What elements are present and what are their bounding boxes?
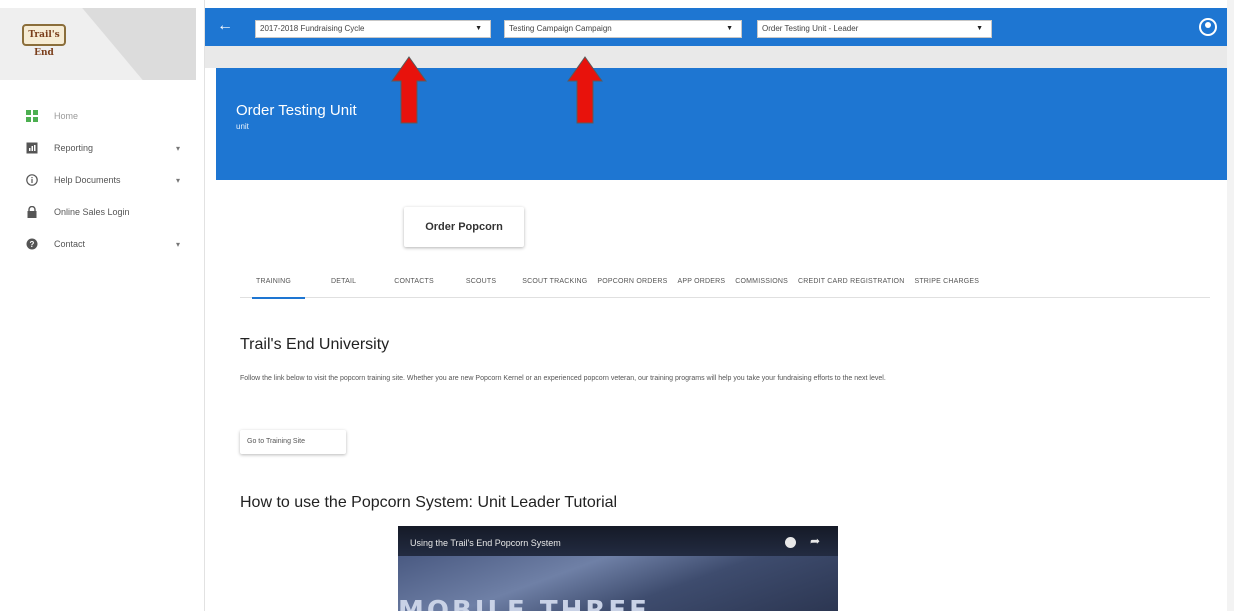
sidebar-item-label: Online Sales Login	[54, 207, 130, 217]
sidebar-nav: Home Reporting ▾ Help Documents ▾ Online…	[0, 100, 196, 260]
back-arrow-icon[interactable]: ←	[217, 17, 233, 35]
help-icon: ?	[26, 238, 38, 250]
tab-stripe-charges[interactable]: STRIPE CHARGES	[914, 270, 979, 298]
sidebar-item-label: Help Documents	[54, 175, 121, 185]
caret-down-icon: ▼	[726, 25, 733, 32]
fundraising-cycle-value: 2017-2018 Fundraising Cycle	[260, 24, 365, 33]
sidebar-header-decoration	[73, 8, 196, 80]
toolbar-spacer	[205, 46, 1227, 68]
lock-icon	[26, 206, 38, 218]
brand-logo[interactable]: Trail's End	[22, 24, 66, 58]
video-overlay-text: MOBILE THREE	[398, 596, 650, 611]
sidebar-item-label: Contact	[54, 239, 86, 249]
share-arrow-icon[interactable]: ➦	[810, 534, 820, 548]
report-icon	[26, 142, 38, 154]
video-section-heading: How to use the Popcorn System: Unit Lead…	[240, 494, 618, 511]
tab-popcorn-orders[interactable]: POPCORN ORDERS	[597, 270, 667, 298]
chevron-down-icon: ▾	[175, 239, 180, 249]
fundraising-cycle-select[interactable]: 2017-2018 Fundraising Cycle ▼	[255, 20, 491, 38]
sidebar-header: Trail's End	[0, 8, 196, 80]
annotation-arrow-icon	[567, 56, 603, 124]
unit-value: Order Testing Unit - Leader	[762, 24, 859, 33]
chevron-down-icon: ▾	[175, 143, 180, 153]
page-title: Order Testing Unit	[236, 102, 357, 119]
user-avatar-icon[interactable]	[1199, 18, 1217, 36]
sidebar: Trail's End Home Reporting ▾ Help Docume…	[0, 0, 205, 611]
watch-later-clock-icon[interactable]	[785, 537, 796, 548]
tab-app-orders[interactable]: APP ORDERS	[677, 270, 725, 298]
tab-training[interactable]: TRAINING	[251, 270, 306, 299]
sidebar-item-home[interactable]: Home	[0, 100, 196, 132]
video-title: Using the Trail's End Popcorn System	[410, 538, 561, 548]
caret-down-icon: ▼	[475, 25, 482, 32]
go-to-training-site-button[interactable]: Go to Training Site	[240, 430, 346, 454]
unit-select[interactable]: Order Testing Unit - Leader ▼	[757, 20, 992, 38]
training-description: Follow the link below to visit the popco…	[240, 375, 886, 382]
svg-text:?: ?	[30, 240, 35, 249]
tab-scouts[interactable]: SCOUTS	[466, 270, 496, 298]
page-scrollbar[interactable]	[1227, 0, 1234, 611]
tab-scout-tracking[interactable]: SCOUT TRACKING	[522, 270, 587, 298]
annotation-arrow-icon	[391, 56, 427, 124]
campaign-select[interactable]: Testing Campaign Campaign ▼	[504, 20, 742, 38]
sidebar-item-help-documents[interactable]: Help Documents ▾	[0, 164, 196, 196]
sidebar-item-online-sales-login[interactable]: Online Sales Login	[0, 196, 196, 228]
chevron-down-icon: ▾	[175, 175, 180, 185]
page-subtitle: unit	[236, 122, 249, 131]
top-bar: ← 2017-2018 Fundraising Cycle ▼ Testing …	[205, 8, 1227, 46]
training-heading: Trail's End University	[240, 336, 390, 353]
order-popcorn-button[interactable]: Order Popcorn	[404, 207, 524, 247]
page-header-banner: Order Testing Unit unit	[216, 68, 1227, 180]
caret-down-icon: ▼	[976, 25, 983, 32]
sidebar-item-label: Home	[54, 111, 79, 121]
tab-credit-card-registration[interactable]: CREDIT CARD REGISTRATION	[798, 270, 904, 298]
tab-detail[interactable]: DETAIL	[331, 270, 356, 298]
tab-bar: TRAINING DETAIL CONTACTS SCOUTS SCOUT TR…	[240, 270, 1210, 299]
grid-icon	[26, 110, 38, 122]
tab-commissions[interactable]: COMMISSIONS	[735, 270, 788, 298]
tab-contacts[interactable]: CONTACTS	[394, 270, 434, 298]
info-icon	[26, 174, 38, 186]
sidebar-item-label: Reporting	[54, 143, 94, 153]
tutorial-video-player[interactable]: Using the Trail's End Popcorn System ➦ M…	[398, 526, 838, 611]
sidebar-item-reporting[interactable]: Reporting ▾	[0, 132, 196, 164]
campaign-value: Testing Campaign Campaign	[509, 24, 612, 33]
sidebar-item-contact[interactable]: ? Contact ▾	[0, 228, 196, 260]
